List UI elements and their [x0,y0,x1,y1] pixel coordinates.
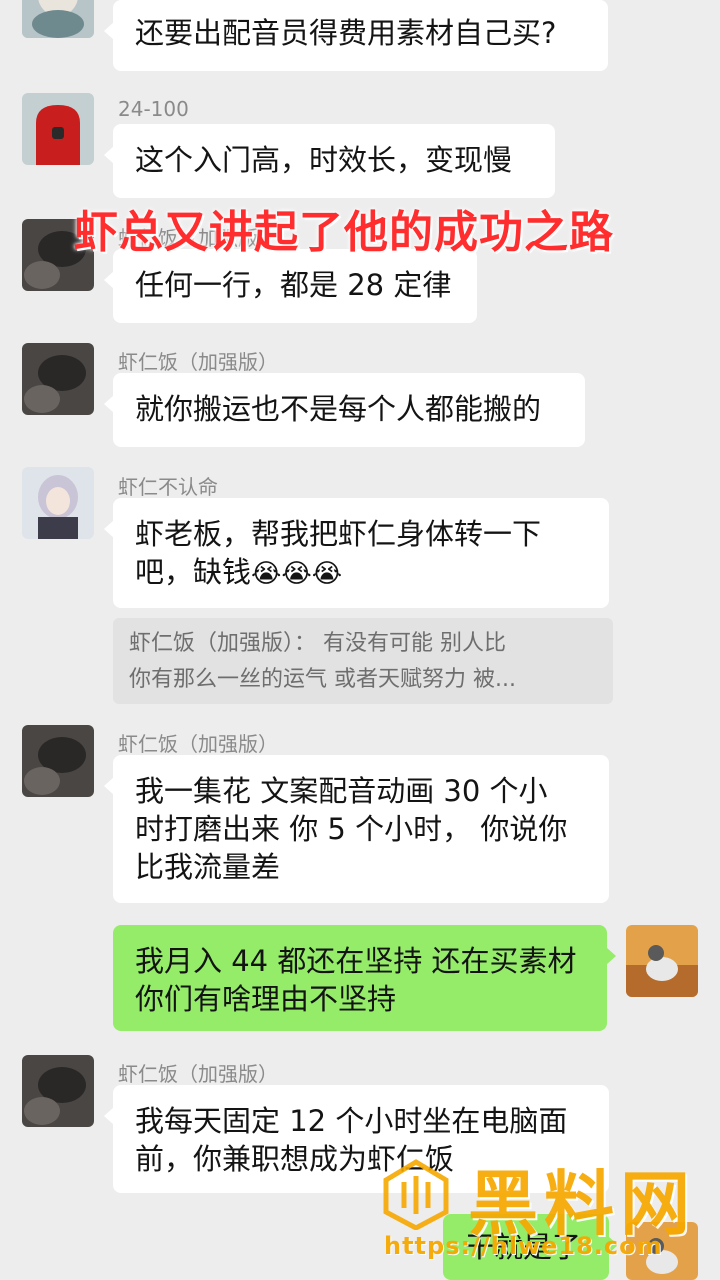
watermark-url: https://hlwe18.com [384,1232,663,1260]
crying-emoji: 😭😭😭 [251,559,343,589]
message-bubble[interactable]: 还要出配音员得费用素材自己买? [104,0,608,71]
avatar[interactable] [22,93,94,165]
message-bubble[interactable]: 就你搬运也不是每个人都能搬的 [104,373,585,447]
message-bubble[interactable]: 虾老板，帮我把虾仁身体转一下 吧，缺钱😭😭😭 [104,498,609,608]
message-bubble[interactable]: 任何一行，都是 28 定律 [104,249,477,323]
message-bubble[interactable]: 我一集花 文案配音动画 30 个小 时打磨出来 你 5 个小时， 你说你 比我流… [104,755,609,903]
message-text-line: 我一集花 文案配音动画 30 个小 [135,774,548,808]
message-text-line: 时打磨出来 你 5 个小时， 你说你 [135,812,568,846]
message-text-line: 我每天固定 12 个小时坐在电脑面 [135,1104,568,1138]
quote-text-line: 虾仁饭（加强版）： 有没有可能 别人比 [129,631,506,656]
quote-text-line: 你有那么一丝的运气 或者天赋努力 被... [129,667,516,692]
sender-name: 虾仁饭（加强版） [118,732,278,756]
avatar[interactable] [22,467,94,539]
sender-name: 24-100 [118,97,189,121]
avatar[interactable] [22,725,94,797]
quoted-message[interactable]: 虾仁饭（加强版）： 有没有可能 别人比 你有那么一丝的运气 或者天赋努力 被..… [113,618,613,704]
avatar[interactable] [22,343,94,415]
message-text: 任何一行，都是 28 定律 [135,268,452,302]
message-bubble[interactable]: 我月入 44 都还在坚持 还在买素材 你们有啥理由不坚持 [113,925,616,1031]
watermark-logo-icon [383,1159,449,1230]
avatar[interactable] [22,1055,94,1127]
sender-name: 虾仁不认命 [118,475,218,499]
message-text: 还要出配音员得费用素材自己买? [135,16,557,50]
sender-name: 虾仁饭（加强版） [118,1062,278,1086]
message-text-line: 比我流量差 [135,850,281,884]
message-text-line: 我月入 44 都还在坚持 还在买素材 [135,944,577,978]
message-text-line: 你们有啥理由不坚持 [135,982,397,1016]
avatar[interactable] [626,925,698,997]
sender-name: 虾仁饭（加强版） [118,350,278,374]
message-bubble[interactable]: 这个入门高，时效长，变现慢 [104,124,555,198]
message-text: 这个入门高，时效长，变现慢 [135,143,513,177]
message-text-line: 吧，缺钱 [135,555,252,589]
message-text: 就你搬运也不是每个人都能搬的 [135,392,542,426]
overlay-headline: 虾总又讲起了他的成功之路 [74,207,614,258]
message-text-line: 虾老板，帮我把虾仁身体转一下 [135,517,542,551]
avatar[interactable] [22,0,94,38]
